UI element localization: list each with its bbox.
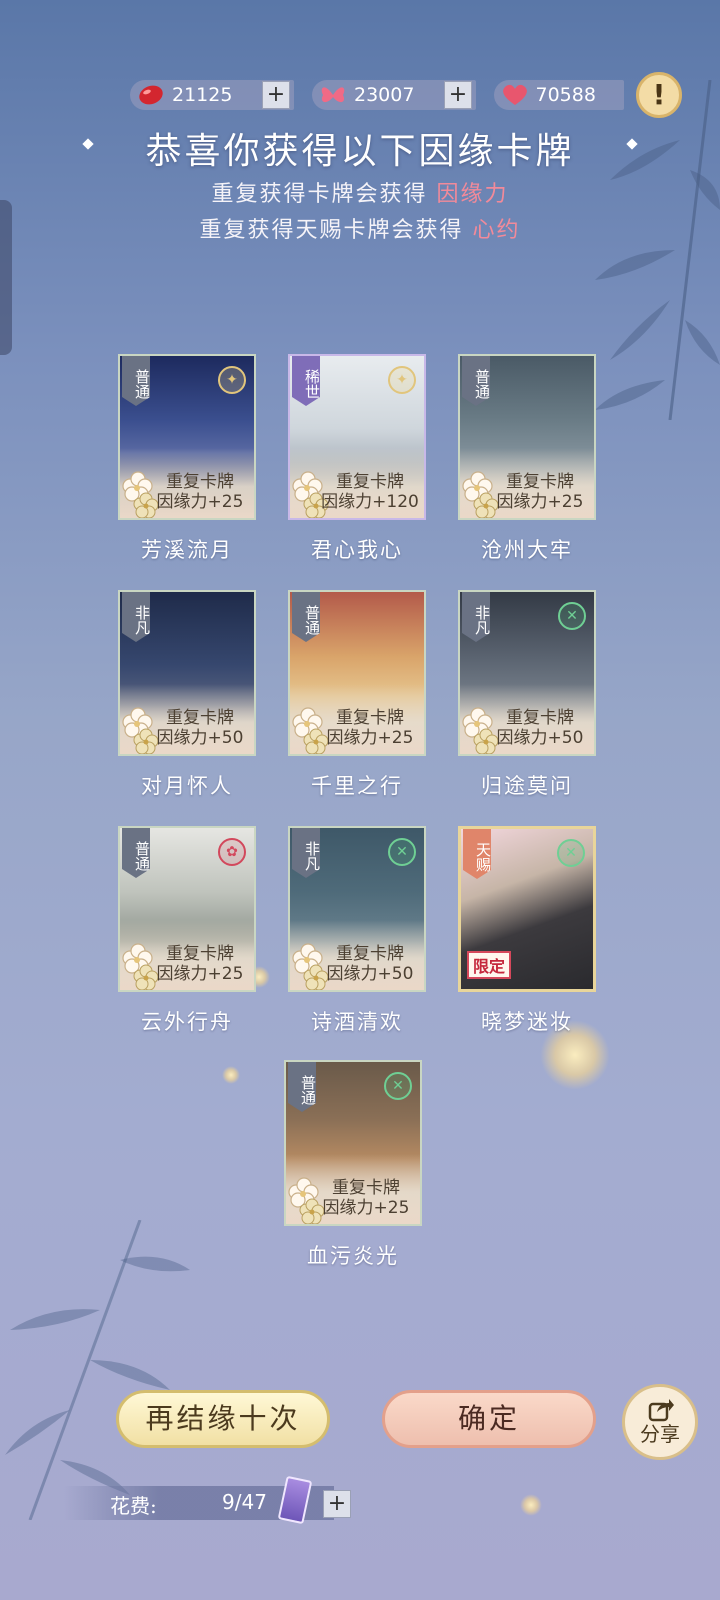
add-butterfly-button[interactable]: + xyxy=(444,81,472,109)
duplicate-title: 重复卡牌 xyxy=(506,472,574,492)
card-name: 云外行舟 xyxy=(141,1010,233,1034)
card-name: 诗酒清欢 xyxy=(311,1010,403,1034)
result-card[interactable]: 非凡 ✕ 重复卡牌 因缘力+50 xyxy=(458,590,596,756)
card-name: 沧州大牢 xyxy=(481,538,573,562)
result-card[interactable]: 普通 ✿ 重复卡牌 因缘力+25 xyxy=(118,826,256,992)
duplicate-info: 重复卡牌 因缘力+25 xyxy=(316,1178,416,1218)
duplicate-reward: 因缘力+50 xyxy=(156,728,244,748)
currency-heart: 70588 xyxy=(494,80,624,110)
rarity-tag: 普通 xyxy=(292,592,320,642)
rarity-tag: 稀世 xyxy=(292,356,320,406)
rarity-tag: 非凡 xyxy=(462,592,490,642)
card-emblem-icon: ✕ xyxy=(388,838,416,866)
duplicate-title: 重复卡牌 xyxy=(166,944,234,964)
currency-value: 21125 xyxy=(172,84,233,106)
card-name: 对月怀人 xyxy=(141,774,233,798)
card-name: 血污炎光 xyxy=(307,1244,399,1268)
duplicate-reward: 因缘力+25 xyxy=(156,964,244,984)
card-emblem-icon: ✦ xyxy=(218,366,246,394)
share-label: 分享 xyxy=(640,1422,680,1446)
duplicate-info: 重复卡牌 因缘力+25 xyxy=(320,708,420,748)
currency-red-bean: 21125 + xyxy=(130,80,294,110)
duplicate-reward: 因缘力+50 xyxy=(496,728,584,748)
card-emblem-icon: ✿ xyxy=(218,838,246,866)
currency-value: 70588 xyxy=(535,84,596,106)
sparkle-glow xyxy=(520,1494,542,1516)
rarity-tag: 普通 xyxy=(122,828,150,878)
result-card[interactable]: 天赐 ✕ 限定 xyxy=(458,826,596,992)
card-name: 君心我心 xyxy=(311,538,403,562)
butterfly-icon xyxy=(318,80,348,110)
card-name: 归途莫问 xyxy=(481,774,573,798)
card-emblem-icon: ✦ xyxy=(388,366,416,394)
duplicate-info: 重复卡牌 因缘力+25 xyxy=(150,944,250,984)
pink-heart-icon xyxy=(500,80,530,110)
info-line-2: 重复获得天赐卡牌会获得 心约 xyxy=(0,212,720,244)
red-bean-icon xyxy=(136,80,166,110)
duplicate-reward: 因缘力+25 xyxy=(496,492,584,512)
duplicate-title: 重复卡牌 xyxy=(336,708,404,728)
add-ticket-button[interactable]: + xyxy=(323,1490,351,1518)
card-emblem-icon: ✕ xyxy=(384,1072,412,1100)
rarity-tag: 普通 xyxy=(122,356,150,406)
duplicate-reward: 因缘力+25 xyxy=(326,728,414,748)
share-button[interactable]: 分享 xyxy=(622,1384,698,1460)
result-card[interactable]: 普通重复卡牌 因缘力+25 xyxy=(288,590,426,756)
card-emblem-icon: ✕ xyxy=(557,839,585,867)
card-name: 千里之行 xyxy=(311,774,403,798)
duplicate-reward: 因缘力+25 xyxy=(322,1198,410,1218)
confirm-button[interactable]: 确定 xyxy=(382,1390,596,1448)
duplicate-info: 重复卡牌 因缘力+25 xyxy=(150,472,250,512)
info-line-2-text: 重复获得天赐卡牌会获得 xyxy=(199,218,464,243)
result-card[interactable]: 普通 ✕ 重复卡牌 因缘力+25 xyxy=(284,1060,422,1226)
rarity-tag: 非凡 xyxy=(122,592,150,642)
info-line-1: 重复获得卡牌会获得 因缘力 xyxy=(0,176,720,208)
duplicate-title: 重复卡牌 xyxy=(336,944,404,964)
card-name: 芳溪流月 xyxy=(141,538,233,562)
duplicate-reward: 因缘力+50 xyxy=(326,964,414,984)
duplicate-title: 重复卡牌 xyxy=(506,708,574,728)
result-card[interactable]: 普通重复卡牌 因缘力+25 xyxy=(458,354,596,520)
duplicate-title: 重复卡牌 xyxy=(336,472,404,492)
duplicate-title: 重复卡牌 xyxy=(332,1178,400,1198)
result-card[interactable]: 非凡重复卡牌 因缘力+50 xyxy=(118,590,256,756)
sparkle-glow xyxy=(222,1066,240,1084)
cost-label: 花费: xyxy=(110,1494,157,1518)
rarity-tag: 普通 xyxy=(288,1062,316,1112)
bamboo-decoration-bottom xyxy=(5,1220,190,1520)
duplicate-reward: 因缘力+25 xyxy=(156,492,244,512)
rarity-tag: 普通 xyxy=(462,356,490,406)
result-card[interactable]: 普通 ✦ 重复卡牌 因缘力+25 xyxy=(118,354,256,520)
info-line-1-text: 重复获得卡牌会获得 xyxy=(211,182,428,207)
currency-value: 23007 xyxy=(354,84,415,106)
currency-butterfly: 23007 + xyxy=(312,80,476,110)
card-name: 晓梦迷妆 xyxy=(481,1010,573,1034)
card-emblem-icon: ✕ xyxy=(558,602,586,630)
limited-badge: 限定 xyxy=(467,951,512,979)
rarity-tag: 非凡 xyxy=(292,828,320,878)
draw-again-button[interactable]: 再结缘十次 xyxy=(116,1390,330,1448)
duplicate-info: 重复卡牌 因缘力+120 xyxy=(320,472,420,512)
info-alert-button[interactable]: ! xyxy=(636,72,682,118)
info-line-2-highlight: 心约 xyxy=(472,218,521,243)
cost-value: 9/47 xyxy=(222,1490,267,1514)
result-card[interactable]: 稀世 ✦ 重复卡牌 因缘力+120 xyxy=(288,354,426,520)
add-red-bean-button[interactable]: + xyxy=(262,81,290,109)
duplicate-title: 重复卡牌 xyxy=(166,472,234,492)
info-line-1-highlight: 因缘力 xyxy=(436,182,509,207)
duplicate-title: 重复卡牌 xyxy=(166,708,234,728)
result-card[interactable]: 非凡 ✕ 重复卡牌 因缘力+50 xyxy=(288,826,426,992)
rarity-tag: 天赐 xyxy=(463,829,491,879)
page-title: 恭喜你获得以下因缘卡牌 xyxy=(145,131,575,172)
duplicate-info: 重复卡牌 因缘力+50 xyxy=(150,708,250,748)
duplicate-reward: 因缘力+120 xyxy=(321,492,419,512)
duplicate-info: 重复卡牌 因缘力+25 xyxy=(490,472,590,512)
duplicate-info: 重复卡牌 因缘力+50 xyxy=(320,944,420,984)
duplicate-info: 重复卡牌 因缘力+50 xyxy=(490,708,590,748)
